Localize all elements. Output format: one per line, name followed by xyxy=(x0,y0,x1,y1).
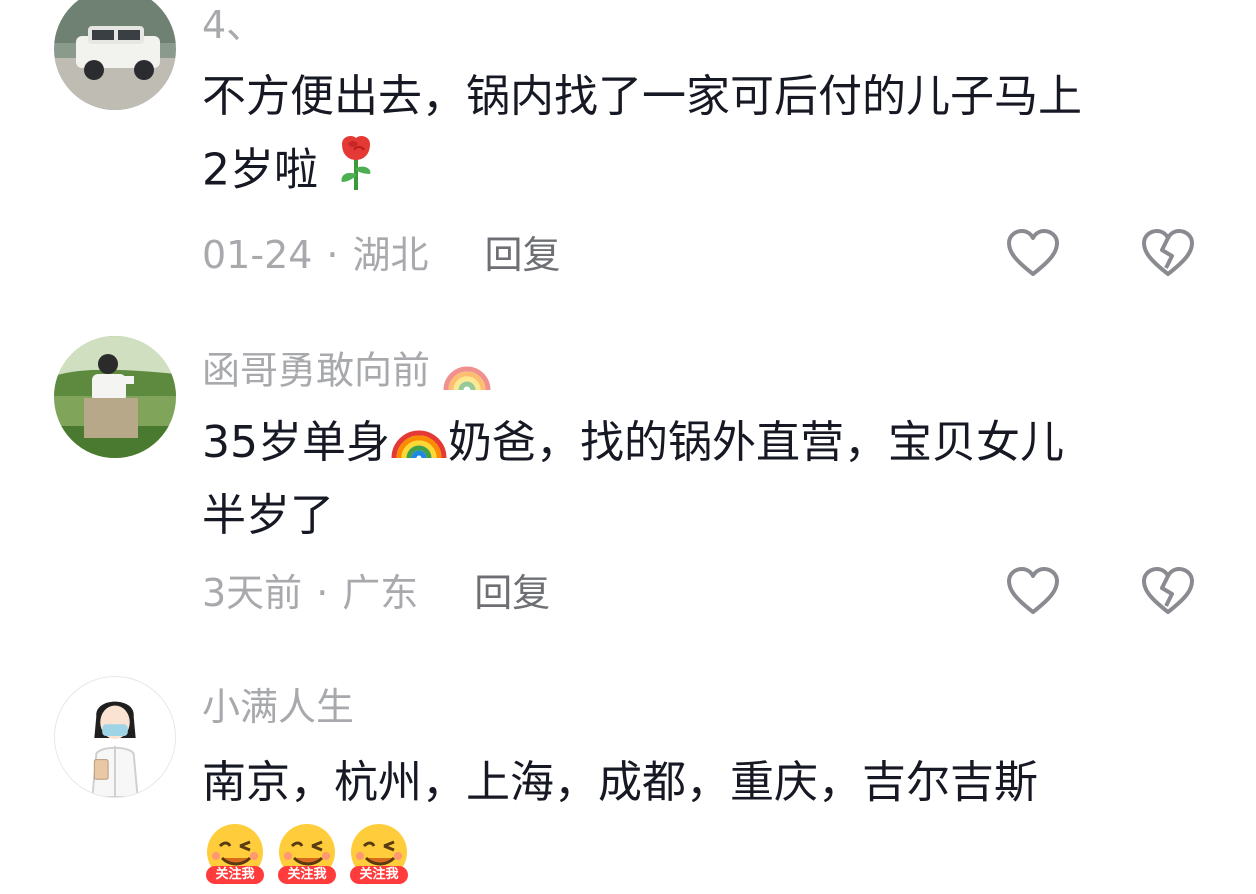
username[interactable]: 4、 xyxy=(202,6,264,44)
comment-text: 35岁单身 奶爸，找的锅外直营，宝贝女儿 半岁了 xyxy=(202,408,1212,551)
comment-item: 函哥勇敢向前 35岁单身 奶爸，找的锅外直营，宝贝女儿 半岁了 3天前 · 广东… xyxy=(0,330,1256,630)
comment-text-line: 2岁啦 xyxy=(202,132,1212,213)
comment-text-line: 南京，杭州，上海，成都，重庆，吉尔吉斯 xyxy=(202,757,1038,808)
avatar[interactable] xyxy=(54,676,176,798)
separator: · xyxy=(316,571,329,615)
sticker-row: 关注我 关注我 关注我 xyxy=(200,820,420,892)
reply-button[interactable]: 回复 xyxy=(485,236,561,274)
comment-text-fragment: 2岁啦 xyxy=(202,144,318,196)
rose-emoji xyxy=(332,132,380,213)
avatar[interactable] xyxy=(54,336,176,458)
username[interactable]: 小满人生 xyxy=(202,688,354,726)
username[interactable]: 函哥勇敢向前 xyxy=(202,348,492,398)
rainbow-emoji xyxy=(442,348,492,398)
comment-meta: 3天前 · 广东 回复 xyxy=(202,574,550,612)
comment-text-fragment: 35岁单身 xyxy=(202,417,390,468)
sticker-label: 关注我 xyxy=(206,866,264,884)
heart-outline-icon[interactable] xyxy=(1005,566,1061,618)
username-text: 函哥勇敢向前 xyxy=(202,348,431,393)
comment-date: 01-24 xyxy=(202,233,313,277)
comment-text: 不方便出去，锅内找了一家可后付的儿子马上 2岁啦 xyxy=(202,62,1212,213)
broken-heart-icon[interactable] xyxy=(1140,228,1196,280)
comment-text-line: 半岁了 xyxy=(202,489,334,541)
comment-meta: 01-24 · 湖北 回复 xyxy=(202,236,561,274)
sticker-label: 关注我 xyxy=(278,866,336,884)
comment-item: 小满人生 南京，杭州，上海，成都，重庆，吉尔吉斯 关注我 关注我 关注我 xyxy=(0,670,1256,894)
avatar[interactable] xyxy=(54,0,176,110)
comment-text-line: 35岁单身 奶爸，找的锅外直营，宝贝女儿 xyxy=(202,408,1212,481)
person-field-avatar-image xyxy=(54,336,176,458)
separator: · xyxy=(326,233,339,277)
comment-location: 广东 xyxy=(342,571,419,615)
broken-heart-icon[interactable] xyxy=(1140,566,1196,618)
comment-date: 3天前 xyxy=(202,571,303,615)
follow-me-sticker: 关注我 xyxy=(200,820,270,890)
comment-text-fragment: 奶爸，找的锅外直营，宝贝女儿 xyxy=(448,417,1064,468)
rainbow-emoji xyxy=(390,410,448,481)
comment-item: 4、 不方便出去，锅内找了一家可后付的儿子马上 2岁啦 01-24 · 湖北 回… xyxy=(0,0,1256,300)
car-avatar-image xyxy=(54,0,176,110)
comment-text: 南京，杭州，上海，成都，重庆，吉尔吉斯 xyxy=(202,748,1212,818)
follow-me-sticker: 关注我 xyxy=(272,820,342,890)
reply-button[interactable]: 回复 xyxy=(474,574,550,612)
heart-outline-icon[interactable] xyxy=(1005,228,1061,280)
comment-location: 湖北 xyxy=(352,233,429,277)
comment-text-line: 不方便出去，锅内找了一家可后付的儿子马上 xyxy=(202,71,1082,122)
nurse-cartoon-avatar-image xyxy=(55,677,175,797)
sticker-label: 关注我 xyxy=(350,866,408,884)
follow-me-sticker: 关注我 xyxy=(344,820,414,890)
